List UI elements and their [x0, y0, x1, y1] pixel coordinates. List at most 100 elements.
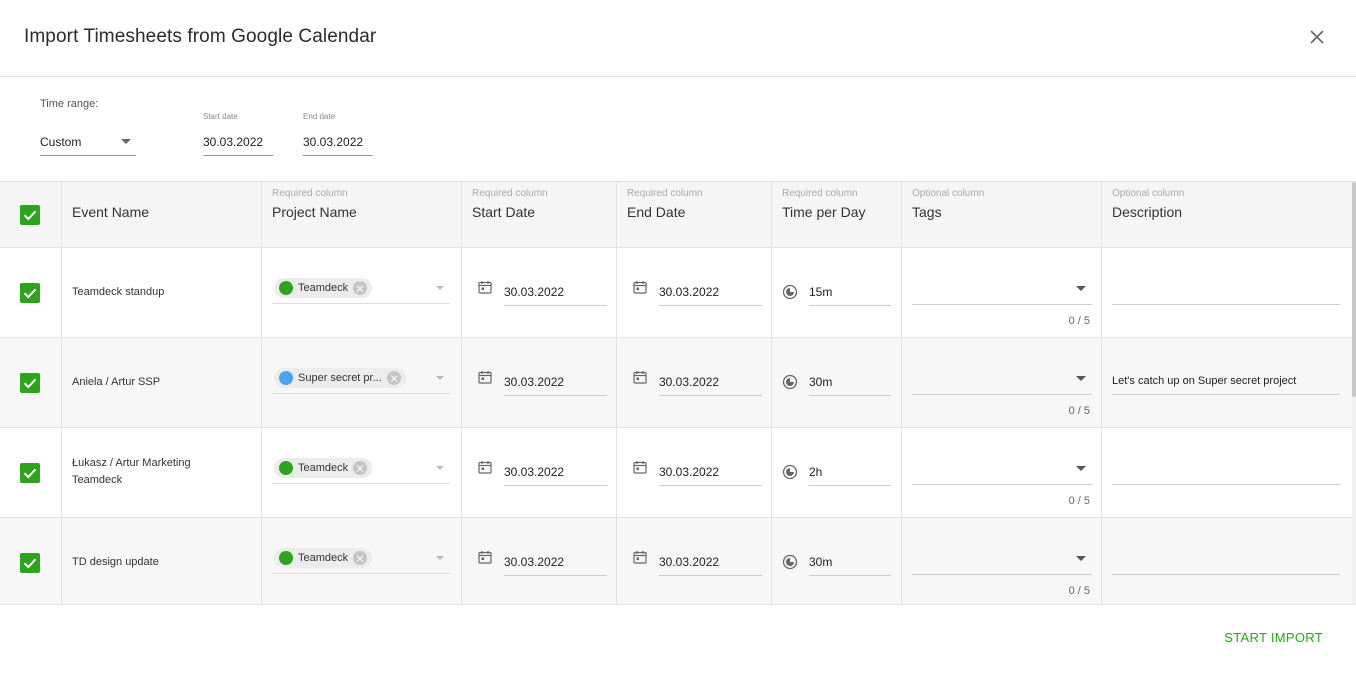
table-row: Łukasz / Artur Marketing Teamdeck Teamde… [0, 428, 1352, 518]
end-date-input[interactable]: 30.03.2022 [659, 372, 762, 396]
tags-select[interactable] [912, 366, 1092, 395]
end-date-cell: 30.03.2022 [617, 428, 772, 517]
row-checkbox[interactable] [20, 283, 40, 303]
clock-icon[interactable] [782, 464, 798, 480]
start-import-button[interactable]: START IMPORT [1224, 630, 1323, 645]
table-row: TD design update Teamdeck 30.03.2022 30.… [0, 518, 1352, 604]
project-chip-label: Teamdeck [298, 552, 349, 564]
row-select-cell [0, 248, 62, 337]
tags-select[interactable] [912, 456, 1092, 485]
project-cell: Teamdeck [262, 428, 462, 517]
row-checkbox[interactable] [20, 463, 40, 483]
column-header-event-name: Event Name [62, 182, 262, 247]
end-date-cell: 30.03.2022 [617, 518, 772, 604]
row-checkbox[interactable] [20, 373, 40, 393]
description-cell [1102, 428, 1352, 517]
calendar-icon[interactable] [478, 550, 492, 564]
description-input[interactable]: Let's catch up on Super secret project [1112, 366, 1340, 395]
time-range-select[interactable]: Custom [40, 128, 136, 156]
calendar-icon[interactable] [633, 550, 647, 564]
event-name-line: Aniela / Artur SSP [72, 376, 161, 388]
column-header-end-date: Required column End Date [617, 182, 772, 247]
start-date-input[interactable]: 30.03.2022 [504, 552, 607, 576]
column-header-start-date: Required column Start Date [462, 182, 617, 247]
project-cell: Super secret pr... [262, 338, 462, 427]
end-date-input[interactable]: 30.03.2022 [659, 462, 762, 486]
calendar-icon[interactable] [478, 370, 492, 384]
calendar-icon[interactable] [633, 460, 647, 474]
close-icon[interactable] [1306, 26, 1328, 48]
project-select[interactable]: Super secret pr... [272, 366, 450, 394]
project-color-dot [279, 551, 293, 565]
calendar-icon[interactable] [633, 370, 647, 384]
calendar-icon[interactable] [478, 460, 492, 474]
filters-panel: Time range: Custom Start date 30.03.2022… [0, 77, 1356, 182]
event-name-cell: Aniela / Artur SSP [62, 338, 262, 427]
column-hint: Optional column [1112, 188, 1185, 199]
time-input[interactable]: 15m [809, 282, 891, 306]
dialog-footer: START IMPORT [0, 605, 1356, 673]
tags-cell: 0 / 5 [902, 518, 1102, 604]
tags-count: 0 / 5 [1068, 585, 1090, 597]
description-input[interactable] [1112, 456, 1340, 485]
project-select[interactable]: Teamdeck [272, 546, 450, 574]
chip-remove-icon[interactable] [353, 461, 368, 475]
project-chip: Teamdeck [274, 278, 373, 298]
caret-down-icon [1076, 376, 1086, 381]
end-date-input[interactable]: 30.03.2022 [659, 552, 762, 576]
description-cell [1102, 248, 1352, 337]
tags-select[interactable] [912, 546, 1092, 575]
clock-icon[interactable] [782, 554, 798, 570]
start-date-field[interactable]: Start date 30.03.2022 [203, 112, 273, 156]
start-date-value: 30.03.2022 [203, 135, 264, 149]
column-hint: Required column [782, 188, 858, 199]
project-chip-label: Teamdeck [298, 462, 349, 474]
end-date-field[interactable]: End date 30.03.2022 [303, 112, 373, 156]
description-input[interactable] [1112, 546, 1340, 575]
table-scrollbar[interactable] [1352, 182, 1356, 604]
description-cell [1102, 518, 1352, 604]
calendar-icon[interactable] [478, 280, 492, 294]
header-select-cell [0, 182, 62, 247]
caret-down-icon[interactable] [436, 376, 444, 380]
tags-cell: 0 / 5 [902, 338, 1102, 427]
checkbox-checked-icon [23, 210, 37, 221]
time-input[interactable]: 30m [809, 552, 891, 576]
description-input[interactable] [1112, 276, 1340, 305]
event-name-cell: Teamdeck standup [62, 248, 262, 337]
time-cell: 30m [772, 518, 902, 604]
row-select-cell [0, 428, 62, 517]
caret-down-icon[interactable] [436, 556, 444, 560]
column-title: Project Name [272, 204, 357, 220]
scrollbar-thumb[interactable] [1352, 182, 1356, 397]
calendar-icon[interactable] [633, 280, 647, 294]
column-title: Description [1112, 204, 1183, 220]
tags-count: 0 / 5 [1068, 495, 1090, 507]
end-date-input[interactable]: 30.03.2022 [659, 282, 762, 306]
start-date-input[interactable]: 30.03.2022 [504, 372, 607, 396]
clock-icon[interactable] [782, 284, 798, 300]
start-date-input[interactable]: 30.03.2022 [504, 282, 607, 306]
caret-down-icon[interactable] [436, 466, 444, 470]
time-input[interactable]: 2h [809, 462, 891, 486]
start-date-cell: 30.03.2022 [462, 248, 617, 337]
chip-remove-icon[interactable] [353, 281, 368, 295]
row-checkbox[interactable] [20, 553, 40, 573]
time-range-value: Custom [40, 135, 82, 149]
event-name-line: Teamdeck [72, 474, 123, 486]
event-name: Teamdeck standup [72, 284, 252, 301]
project-select[interactable]: Teamdeck [272, 276, 450, 304]
clock-icon[interactable] [782, 374, 798, 390]
chip-remove-icon[interactable] [353, 551, 368, 565]
tags-select[interactable] [912, 276, 1092, 305]
time-input[interactable]: 30m [809, 372, 891, 396]
time-cell: 30m [772, 338, 902, 427]
caret-down-icon[interactable] [436, 286, 444, 290]
project-chip-label: Teamdeck [298, 282, 349, 294]
table-row: Teamdeck standup Teamdeck 30.03.2022 30.… [0, 248, 1352, 338]
start-date-input[interactable]: 30.03.2022 [504, 462, 607, 486]
select-all-checkbox[interactable] [20, 205, 40, 225]
chip-remove-icon[interactable] [386, 371, 401, 385]
tags-cell: 0 / 5 [902, 428, 1102, 517]
project-select[interactable]: Teamdeck [272, 456, 450, 484]
